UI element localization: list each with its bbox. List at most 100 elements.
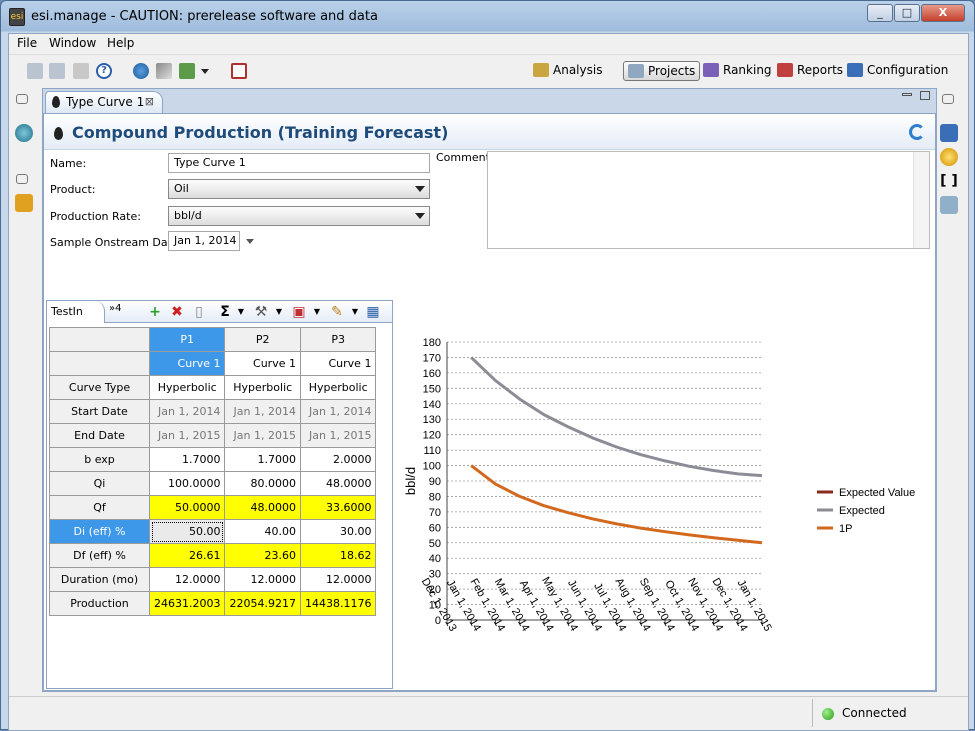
print-icon[interactable]: [73, 63, 89, 79]
menu-file[interactable]: File: [17, 36, 37, 50]
minimize-button[interactable]: _: [867, 4, 893, 22]
table-cell[interactable]: 24631.2003: [148, 591, 226, 616]
copy-icon[interactable]: ▯: [191, 304, 207, 320]
table-cell[interactable]: 1.7000: [224, 447, 301, 472]
perspective-projects[interactable]: Projects: [623, 61, 701, 81]
refresh-icon[interactable]: [909, 124, 925, 140]
curve-cell[interactable]: Curve 1: [224, 351, 301, 376]
table-cell[interactable]: 12.0000: [299, 567, 377, 592]
row-header[interactable]: Curve Type: [49, 375, 150, 400]
table-cell[interactable]: Jan 1, 2014: [148, 399, 226, 424]
maximize-button[interactable]: □: [894, 4, 920, 22]
table-cell[interactable]: 12.0000: [148, 567, 226, 592]
chevron-down-icon[interactable]: ▼: [233, 304, 249, 320]
edit-icon[interactable]: ✎: [329, 304, 345, 320]
table-cell[interactable]: Jan 1, 2015: [224, 423, 301, 448]
chevron-down-icon[interactable]: ▼: [271, 304, 287, 320]
restore-icon-right[interactable]: [942, 94, 954, 104]
comment-textarea[interactable]: [487, 151, 930, 249]
table-cell[interactable]: 18.62: [299, 543, 377, 568]
row-header[interactable]: Qf: [49, 495, 150, 520]
chevron-down-icon[interactable]: [201, 69, 209, 74]
table-cell[interactable]: 22054.9217: [224, 591, 301, 616]
table-cell[interactable]: Hyperbolic: [148, 375, 226, 400]
table-cell[interactable]: 14438.1176: [299, 591, 377, 616]
table-cell-focused[interactable]: 50.00: [148, 519, 226, 544]
table-cell[interactable]: 1.7000: [148, 447, 226, 472]
row-header[interactable]: Start Date: [49, 399, 150, 424]
add-icon[interactable]: +: [147, 304, 163, 320]
column-header-p2[interactable]: P2: [224, 327, 301, 352]
sum-icon[interactable]: Σ: [217, 304, 233, 320]
curve-cell[interactable]: Curve 1: [299, 351, 377, 376]
menu-help[interactable]: Help: [107, 36, 134, 50]
tab-type-curve[interactable]: Type Curve 1 ⊠: [45, 91, 163, 113]
table-cell[interactable]: Hyperbolic: [299, 375, 377, 400]
settings-gear-icon[interactable]: [940, 148, 958, 166]
row-header[interactable]: Duration (mo): [49, 567, 150, 592]
delete-icon[interactable]: ✖: [169, 304, 185, 320]
row-header[interactable]: End Date: [49, 423, 150, 448]
table-cell[interactable]: Jan 1, 2014: [299, 399, 377, 424]
column-header-p1[interactable]: P1: [148, 327, 226, 352]
table-cell[interactable]: Jan 1, 2015: [148, 423, 226, 448]
name-field[interactable]: Type Curve 1: [168, 153, 430, 173]
save-icon[interactable]: [27, 63, 43, 79]
product-select[interactable]: Oil: [168, 179, 430, 199]
perspective-configuration[interactable]: Configuration: [843, 61, 952, 81]
perspective-reports[interactable]: Reports: [773, 61, 847, 81]
table-cell[interactable]: 12.0000: [224, 567, 301, 592]
minimize-editor-icon[interactable]: [902, 93, 912, 96]
save-all-icon[interactable]: [49, 63, 65, 79]
date-picker-button[interactable]: [242, 231, 258, 251]
table-cell[interactable]: 40.00: [224, 519, 301, 544]
table-cell[interactable]: 50.0000: [148, 495, 226, 520]
curve-cell[interactable]: Curve 1: [148, 351, 226, 376]
image-icon[interactable]: [940, 196, 958, 214]
row-header[interactable]: Di (eff) %: [49, 519, 150, 544]
rate-select[interactable]: bbl/d: [168, 206, 430, 226]
restore-icon[interactable]: [16, 94, 28, 104]
chevron-down-icon[interactable]: ▼: [309, 304, 325, 320]
restore-icon-2[interactable]: [16, 174, 28, 184]
folder-icon[interactable]: [15, 194, 33, 212]
chevron-down-icon[interactable]: ▼: [347, 304, 363, 320]
navigator-icon[interactable]: [15, 124, 33, 142]
table-cell[interactable]: 30.00: [299, 519, 377, 544]
help-icon[interactable]: ?: [96, 63, 112, 79]
table-cell[interactable]: 23.60: [224, 543, 301, 568]
row-header[interactable]: Df (eff) %: [49, 543, 150, 568]
table-cell[interactable]: 33.6000: [299, 495, 377, 520]
table-cell[interactable]: Hyperbolic: [224, 375, 301, 400]
tools-icon[interactable]: ⚒: [253, 304, 269, 320]
onstream-date-field[interactable]: Jan 1, 2014: [168, 231, 240, 251]
table-cell[interactable]: Jan 1, 2014: [224, 399, 301, 424]
tab-testin[interactable]: TestIn: [47, 301, 105, 323]
table-cell[interactable]: 80.0000: [224, 471, 301, 496]
filter-icon[interactable]: [156, 63, 172, 79]
close-button[interactable]: X: [921, 4, 965, 22]
table-cell[interactable]: 48.0000: [299, 471, 377, 496]
grid-icon[interactable]: ▦: [365, 304, 381, 320]
table-cell[interactable]: Jan 1, 2015: [299, 423, 377, 448]
table-cell[interactable]: 48.0000: [224, 495, 301, 520]
comment-scrollbar[interactable]: [913, 152, 929, 248]
globe-icon[interactable]: [133, 63, 149, 79]
row-header[interactable]: Qi: [49, 471, 150, 496]
close-tab-icon[interactable]: ⊠: [145, 92, 154, 112]
table-cell[interactable]: 100.0000: [148, 471, 226, 496]
more-tabs-button[interactable]: »4: [109, 303, 121, 314]
maximize-editor-icon[interactable]: [920, 91, 930, 100]
row-header[interactable]: b exp: [49, 447, 150, 472]
column-header-p3[interactable]: P3: [299, 327, 377, 352]
calendar-icon[interactable]: [231, 63, 247, 79]
properties-icon[interactable]: [940, 124, 958, 142]
export-icon[interactable]: ▣: [291, 304, 307, 320]
menu-window[interactable]: Window: [49, 36, 96, 50]
perspective-analysis[interactable]: Analysis: [529, 61, 606, 81]
brackets-icon[interactable]: [ ]: [940, 172, 958, 190]
row-header[interactable]: Production: [49, 591, 150, 616]
perspective-ranking[interactable]: Ranking: [699, 61, 776, 81]
chart-icon[interactable]: [179, 63, 195, 79]
table-cell[interactable]: 26.61: [148, 543, 226, 568]
